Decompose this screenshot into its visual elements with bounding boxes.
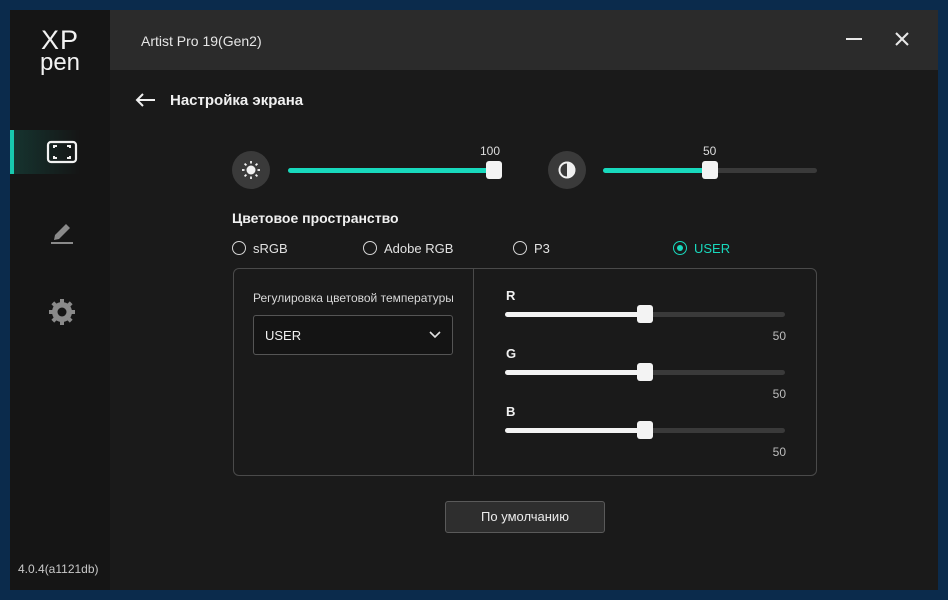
red-label: R — [506, 288, 516, 303]
pen-icon — [51, 224, 73, 244]
contrast-slider-thumb[interactable] — [702, 161, 718, 179]
contrast-button — [548, 151, 586, 189]
logo-bottom: pen — [39, 49, 81, 76]
page-title: Настройка экрана — [170, 92, 304, 109]
color-temperature-select[interactable]: USER — [253, 315, 453, 355]
radio-label: Adobe RGB — [384, 240, 454, 256]
brightness-slider-thumb[interactable] — [486, 161, 502, 179]
minimize-icon[interactable] — [842, 28, 866, 52]
radio-dot — [363, 241, 377, 255]
select-value: USER — [265, 328, 302, 343]
radio-user[interactable]: USER — [673, 238, 730, 258]
sidebar-item-settings[interactable] — [10, 290, 110, 334]
window-title: Artist Pro 19(Gen2) — [141, 33, 262, 49]
red-slider-thumb[interactable] — [637, 305, 653, 323]
sidebar-item-pen[interactable] — [10, 208, 110, 252]
display-frame-icon — [46, 140, 78, 164]
brightness-slider[interactable] — [288, 161, 502, 179]
color-temperature-label: Регулировка цветовой температуры — [253, 291, 453, 305]
contrast-slider[interactable] — [603, 161, 817, 179]
radio-srgb[interactable]: sRGB — [232, 238, 288, 258]
sidebar: XP pen 4.0.4(a1121db) — [10, 10, 110, 590]
content-area: Настройка экрана 100 50 Цветовое простра… — [110, 70, 938, 590]
green-slider[interactable] — [505, 363, 785, 381]
red-value: 50 — [772, 329, 786, 343]
radio-label: USER — [694, 240, 731, 256]
red-slider-fill — [505, 312, 645, 317]
blue-slider-thumb[interactable] — [637, 421, 653, 439]
red-slider[interactable] — [505, 305, 785, 323]
green-value: 50 — [772, 387, 786, 401]
main-area: Artist Pro 19(Gen2) Настройка экрана 100… — [110, 10, 938, 590]
contrast-value: 50 — [703, 144, 717, 158]
default-button[interactable]: По умолчанию — [445, 501, 605, 533]
radio-dot — [513, 241, 527, 255]
contrast-slider-fill — [603, 168, 710, 173]
green-label: G — [506, 346, 517, 361]
radio-label: P3 — [534, 240, 550, 256]
color-temperature-panel: Регулировка цветовой температуры USER R … — [233, 268, 817, 476]
radio-p3[interactable]: P3 — [513, 238, 550, 258]
radio-dot — [673, 241, 687, 255]
close-icon[interactable] — [890, 28, 914, 52]
green-slider-thumb[interactable] — [637, 363, 653, 381]
brightness-value: 100 — [480, 144, 501, 158]
radio-dot — [232, 241, 246, 255]
xppen-logo: XP pen — [34, 27, 86, 80]
sidebar-item-display[interactable] — [10, 130, 110, 174]
brightness-button — [232, 151, 270, 189]
title-bar: Artist Pro 19(Gen2) — [110, 10, 938, 70]
brightness-slider-fill — [288, 168, 502, 173]
back-arrow-icon[interactable] — [134, 90, 158, 110]
gear-icon — [49, 299, 75, 325]
green-slider-fill — [505, 370, 645, 375]
blue-label: B — [506, 404, 516, 419]
version-label: 4.0.4(a1121db) — [18, 562, 99, 576]
blue-slider[interactable] — [505, 421, 785, 439]
blue-slider-fill — [505, 428, 645, 433]
blue-value: 50 — [772, 445, 786, 459]
contrast-icon — [558, 161, 576, 179]
radio-adobe-rgb[interactable]: Adobe RGB — [363, 238, 453, 258]
color-space-title: Цветовое пространство — [232, 210, 399, 226]
chevron-down-icon — [429, 331, 441, 339]
brightness-icon — [242, 161, 260, 179]
radio-label: sRGB — [253, 240, 288, 256]
panel-divider — [473, 269, 474, 475]
app-window: XP pen 4.0.4(a1121db) Artist Pro 19(Gen2… — [10, 10, 938, 590]
